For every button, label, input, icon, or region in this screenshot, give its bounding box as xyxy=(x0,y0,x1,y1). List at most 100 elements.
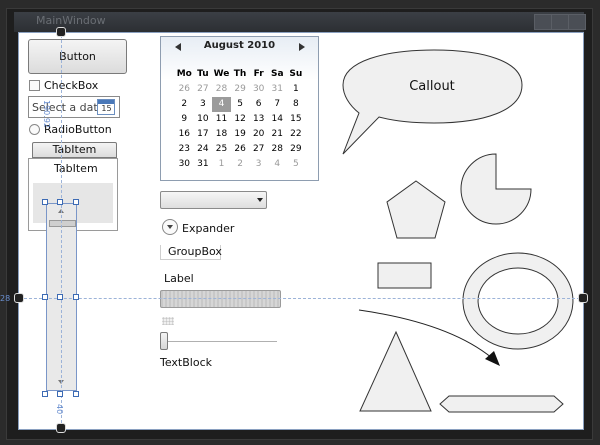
calendar-day[interactable]: 27 xyxy=(249,142,268,157)
label: Label xyxy=(164,272,194,285)
checkbox[interactable] xyxy=(29,80,40,91)
calendar-day[interactable]: 9 xyxy=(175,112,194,127)
calendar-day[interactable]: 12 xyxy=(231,112,250,127)
calendar-day[interactable]: 14 xyxy=(268,112,287,127)
calendar-day[interactable]: 15 xyxy=(287,112,306,127)
tab-header[interactable]: TabItem xyxy=(32,142,117,158)
close-button[interactable] xyxy=(568,14,586,30)
resize-handle-top-right[interactable] xyxy=(73,199,79,205)
calendar-day[interactable]: 6 xyxy=(249,97,268,112)
calendar-day[interactable]: 13 xyxy=(249,112,268,127)
callout-text: Callout xyxy=(409,79,455,94)
resize-handle-top[interactable] xyxy=(57,199,63,205)
calendar-weekday: Fr xyxy=(253,69,264,79)
rectangle-shape xyxy=(377,262,432,289)
shapes-canvas: Callout xyxy=(342,49,574,413)
arrowhead-shape xyxy=(485,351,500,366)
callout-shape xyxy=(342,49,523,155)
calendar-month-label[interactable]: August 2010 xyxy=(161,40,318,51)
calendar-weekday: We xyxy=(213,69,230,79)
resize-grip xyxy=(162,317,174,325)
resize-handle-center[interactable] xyxy=(57,294,63,300)
resize-handle-bottom-right[interactable] xyxy=(73,391,79,397)
ring-shape xyxy=(462,252,574,350)
calendar-day[interactable]: 2 xyxy=(175,97,194,112)
resize-handle-bottom-left[interactable] xyxy=(42,391,48,397)
maximize-button[interactable] xyxy=(551,14,569,30)
calendar-day[interactable]: 30 xyxy=(249,82,268,97)
calendar-day[interactable]: 5 xyxy=(287,157,306,172)
calendar-day[interactable]: 19 xyxy=(231,127,250,142)
scrollbar-thumb[interactable] xyxy=(49,220,76,227)
resize-handle-bottom[interactable] xyxy=(57,391,63,397)
pentagon-shape xyxy=(386,180,446,239)
bottom-readout: 40 xyxy=(55,404,64,415)
resize-handle-top-left[interactable] xyxy=(42,199,48,205)
group-box-label: GroupBox xyxy=(168,245,222,258)
text-block: TextBlock xyxy=(160,356,212,369)
calendar-weekday: Mo xyxy=(176,69,192,79)
calendar-weekday: Sa xyxy=(270,69,284,79)
calendar-day[interactable]: 3 xyxy=(194,97,213,112)
calendar-day[interactable]: 11 xyxy=(212,112,231,127)
expander-chevron-icon[interactable] xyxy=(162,219,178,235)
hexagon-shape xyxy=(439,395,564,413)
calendar-day[interactable]: 25 xyxy=(212,142,231,157)
expander-label[interactable]: Expander xyxy=(182,222,234,235)
height-readout: 190.92 xyxy=(42,100,51,128)
calendar-day[interactable]: 26 xyxy=(231,142,250,157)
radio-button[interactable] xyxy=(29,124,40,135)
combo-box[interactable] xyxy=(160,191,267,209)
calendar-day[interactable]: 29 xyxy=(287,142,306,157)
calendar-day[interactable]: 20 xyxy=(249,127,268,142)
button[interactable]: Button xyxy=(28,39,127,74)
anchor-bottom-icon[interactable] xyxy=(56,423,66,433)
calendar-day[interactable]: 1 xyxy=(287,82,306,97)
calendar-day[interactable]: 8 xyxy=(287,97,306,112)
calendar-day[interactable]: 27 xyxy=(194,82,213,97)
calendar-day[interactable]: 31 xyxy=(194,157,213,172)
calendar-day[interactable]: 29 xyxy=(231,82,250,97)
slider-thumb[interactable] xyxy=(160,332,168,350)
checkbox-label: CheckBox xyxy=(44,79,99,92)
minimize-button[interactable] xyxy=(534,14,552,30)
left-readout: 28 xyxy=(0,294,11,303)
calendar-icon[interactable]: 15 xyxy=(97,99,115,115)
calendar-day[interactable]: 3 xyxy=(249,157,268,172)
calendar-day[interactable]: 18 xyxy=(212,127,231,142)
calendar-day[interactable]: 10 xyxy=(194,112,213,127)
anchor-left-icon[interactable] xyxy=(14,293,24,303)
radio-button-label: RadioButton xyxy=(44,123,112,136)
progress-bar xyxy=(160,290,281,308)
calendar-day[interactable]: 5 xyxy=(231,97,250,112)
calendar-day[interactable]: 1 xyxy=(212,157,231,172)
vertical-guide xyxy=(61,30,62,428)
chevron-down-icon[interactable] xyxy=(257,198,263,202)
calendar-day[interactable]: 30 xyxy=(175,157,194,172)
calendar-day[interactable]: 23 xyxy=(175,142,194,157)
window-client-area: Button CheckBox Select a date 15 RadioBu… xyxy=(18,32,584,430)
calendar-day[interactable]: 17 xyxy=(194,127,213,142)
calendar-day[interactable]: 2 xyxy=(231,157,250,172)
calendar-weekday: Tu xyxy=(197,69,209,79)
calendar-day[interactable]: 31 xyxy=(268,82,287,97)
anchor-right-icon[interactable] xyxy=(578,293,588,303)
resize-handle-mid-right[interactable] xyxy=(73,294,79,300)
calendar-day[interactable]: 16 xyxy=(175,127,194,142)
calendar-day[interactable]: 26 xyxy=(175,82,194,97)
resize-handle-mid-left[interactable] xyxy=(42,294,48,300)
calendar-day[interactable]: 4 xyxy=(268,157,287,172)
calendar-day[interactable]: 22 xyxy=(287,127,306,142)
calendar-day-selected[interactable]: 4 xyxy=(212,97,231,112)
calendar-weekday: Su xyxy=(289,69,303,79)
anchor-top-icon[interactable] xyxy=(56,27,66,37)
calendar-day[interactable]: 7 xyxy=(268,97,287,112)
calendar[interactable]: August 2010 Mo Tu We Th Fr Sa Su 26 27 28 29 30 31 1 2… xyxy=(160,36,319,181)
slider-track[interactable] xyxy=(160,341,277,342)
calendar-day[interactable]: 28 xyxy=(212,82,231,97)
arrow-right-icon[interactable] xyxy=(299,43,305,51)
window-title: MainWindow xyxy=(36,14,106,27)
calendar-day[interactable]: 24 xyxy=(194,142,213,157)
calendar-day[interactable]: 28 xyxy=(268,142,287,157)
calendar-day[interactable]: 21 xyxy=(268,127,287,142)
